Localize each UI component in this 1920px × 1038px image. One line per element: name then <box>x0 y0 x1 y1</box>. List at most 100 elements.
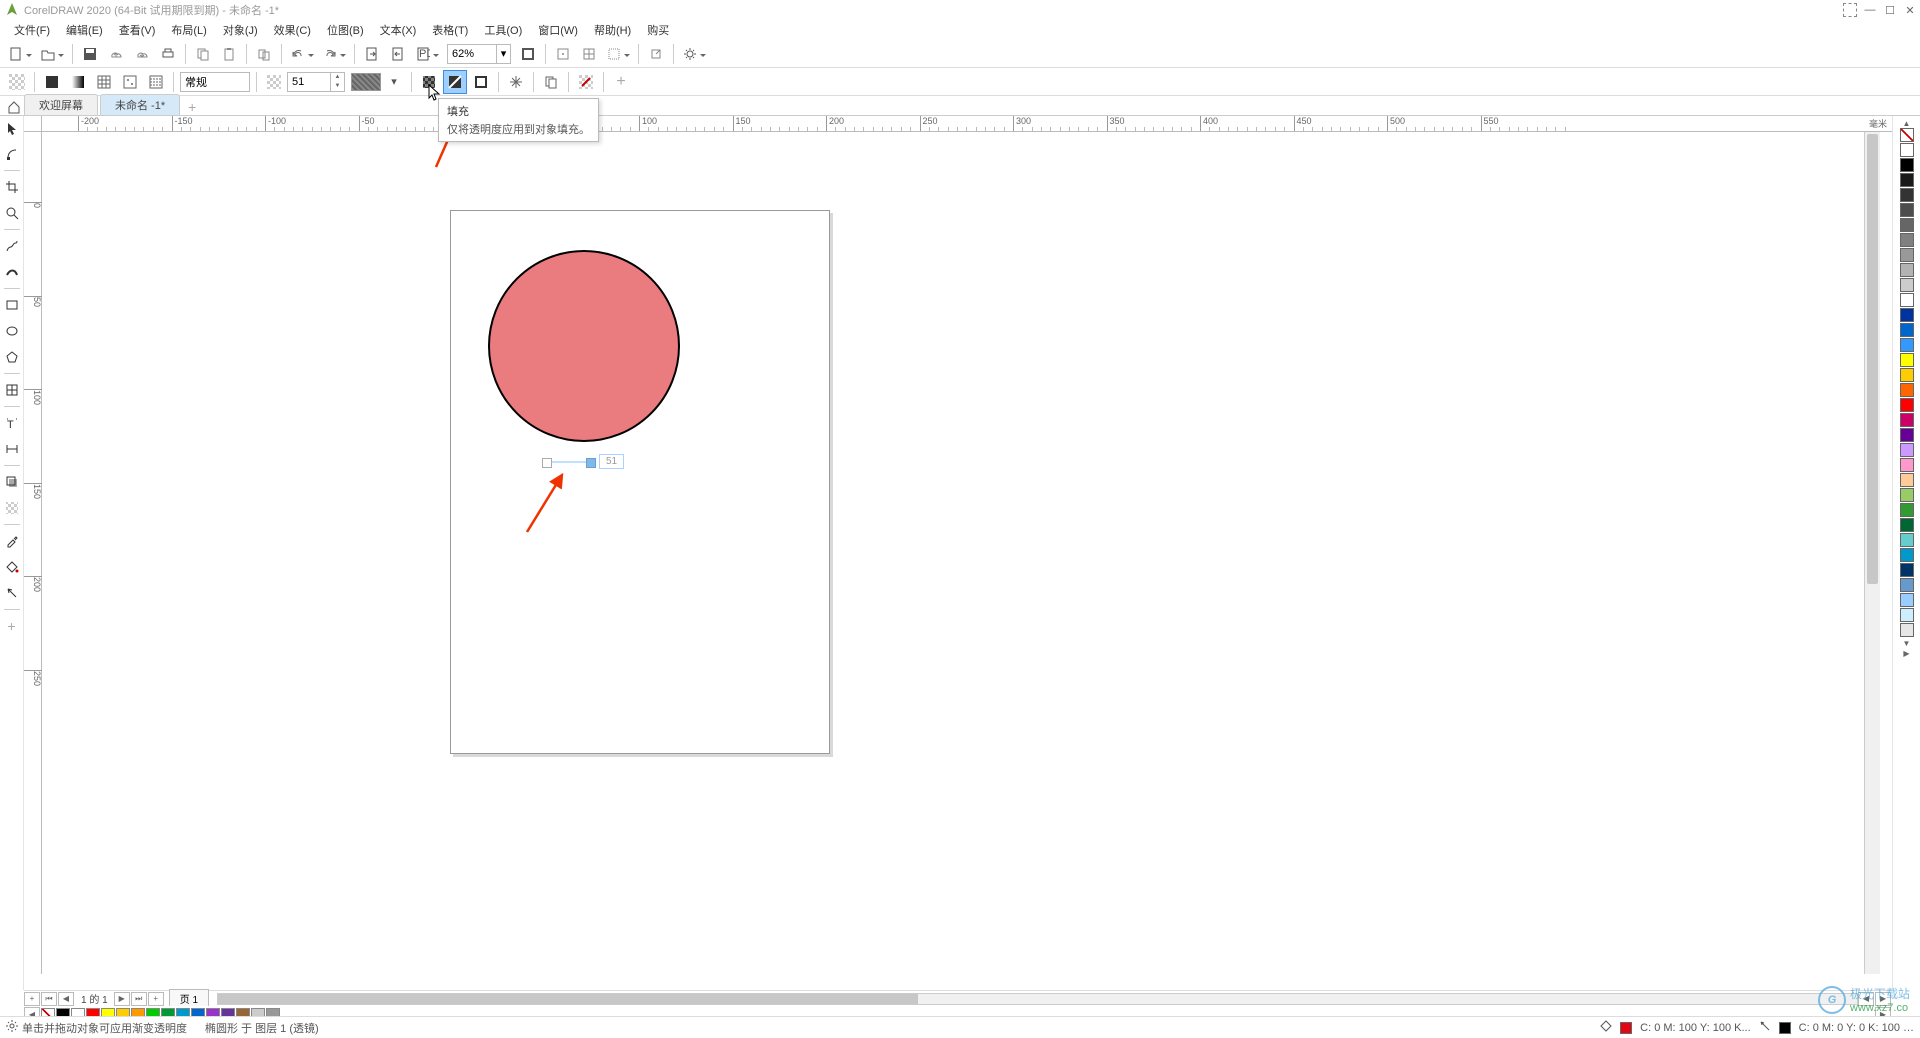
freeze-button[interactable] <box>504 70 528 94</box>
zoom-input[interactable] <box>447 44 497 64</box>
menu-f[interactable]: 文件(F) <box>6 20 58 40</box>
outline-tool[interactable] <box>2 583 22 603</box>
outline-color-swatch[interactable] <box>1779 1022 1791 1034</box>
palette-swatch[interactable] <box>1900 278 1914 292</box>
palette-swatch[interactable] <box>1900 578 1914 592</box>
palette-swatch[interactable] <box>1900 563 1914 577</box>
page-first-icon[interactable]: ⏮ <box>41 992 57 1006</box>
gear-icon[interactable] <box>6 1020 18 1035</box>
cloud-down-button[interactable] <box>130 42 154 66</box>
apply-outline-button[interactable] <box>469 70 493 94</box>
uniform-transparency-button[interactable] <box>40 70 64 94</box>
transparency-slider-widget[interactable]: 51 <box>545 454 624 469</box>
texture-transparency-button[interactable] <box>144 70 168 94</box>
redo-button[interactable] <box>319 42 349 66</box>
crop-tool[interactable] <box>2 177 22 197</box>
palette-swatch[interactable] <box>1900 158 1914 172</box>
palette-swatch[interactable] <box>1900 323 1914 337</box>
add-preset-button[interactable]: + <box>609 70 633 94</box>
palette-swatch[interactable] <box>1900 488 1914 502</box>
tab-document[interactable]: 未命名 -1* <box>100 94 180 115</box>
page-last-icon[interactable]: ⏭ <box>131 992 147 1006</box>
window-minimize-icon[interactable]: — <box>1860 1 1880 19</box>
page-prev-icon[interactable]: ◀ <box>58 992 74 1006</box>
clone-button[interactable] <box>252 42 276 66</box>
no-transparency-button[interactable] <box>5 70 29 94</box>
pick-tool[interactable] <box>2 118 22 138</box>
palette-swatch[interactable] <box>1900 218 1914 232</box>
window-close-icon[interactable]: ✕ <box>1900 1 1920 19</box>
palette-down-icon[interactable]: ▼ <box>1900 638 1914 648</box>
palette-swatch[interactable] <box>1900 293 1914 307</box>
freehand-tool[interactable] <box>2 236 22 256</box>
cloud-up-button[interactable] <box>104 42 128 66</box>
window-maximize-icon[interactable]: ☐ <box>1880 1 1900 19</box>
snap-button[interactable] <box>551 42 575 66</box>
zoom-level[interactable]: ▾ <box>447 44 511 64</box>
palette-swatch[interactable] <box>1900 458 1914 472</box>
tab-add[interactable]: + <box>182 99 202 115</box>
palette-swatch[interactable] <box>1900 398 1914 412</box>
add-tool[interactable]: + <box>2 616 22 636</box>
palette-swatch[interactable] <box>1900 623 1914 637</box>
palette-swatch[interactable] <box>1900 143 1914 157</box>
fullscreen-button[interactable] <box>516 42 540 66</box>
zoom-tool[interactable] <box>2 203 22 223</box>
palette-swatch[interactable] <box>1900 593 1914 607</box>
palette-swatch[interactable] <box>1900 188 1914 202</box>
bitmap-transparency-button[interactable] <box>118 70 142 94</box>
copy-button[interactable] <box>191 42 215 66</box>
page-add-icon[interactable]: + <box>24 992 40 1006</box>
window-restore-doc-icon[interactable] <box>1840 1 1860 19</box>
palette-swatch[interactable] <box>1900 443 1914 457</box>
open-button[interactable] <box>37 42 67 66</box>
save-button[interactable] <box>78 42 102 66</box>
menu-w[interactable]: 窗口(W) <box>530 20 586 40</box>
palette-swatch[interactable] <box>1900 533 1914 547</box>
new-button[interactable] <box>5 42 35 66</box>
menu-c[interactable]: 效果(C) <box>266 20 319 40</box>
copy-transparency-button[interactable] <box>539 70 563 94</box>
palette-swatch[interactable] <box>1900 353 1914 367</box>
dimension-tool[interactable] <box>2 439 22 459</box>
edit-transparency-button[interactable] <box>574 70 598 94</box>
menu-t[interactable]: 表格(T) <box>424 20 476 40</box>
palette-no-color[interactable] <box>1900 128 1914 142</box>
fill-tool[interactable] <box>2 557 22 577</box>
menu-[interactable]: 购买 <box>639 20 677 40</box>
menu-x[interactable]: 文本(X) <box>372 20 425 40</box>
transparency-more-icon[interactable]: ▾ <box>382 70 406 94</box>
palette-swatch[interactable] <box>1900 473 1914 487</box>
page-add2-icon[interactable]: + <box>148 992 164 1006</box>
export-button[interactable] <box>386 42 410 66</box>
eyedropper-tool[interactable] <box>2 531 22 551</box>
launch-button[interactable] <box>644 42 668 66</box>
vertical-ruler[interactable]: 050100150200250 <box>24 132 42 974</box>
pdf-button[interactable]: PDF <box>412 42 442 66</box>
palette-swatch[interactable] <box>1900 368 1914 382</box>
vertical-scrollbar[interactable] <box>1864 132 1880 974</box>
text-tool[interactable]: T <box>2 413 22 433</box>
shape-tool[interactable] <box>2 144 22 164</box>
paste-button[interactable] <box>217 42 241 66</box>
palette-swatch[interactable] <box>1900 263 1914 277</box>
palette-up-icon[interactable]: ▲ <box>1900 118 1914 128</box>
palette-swatch[interactable] <box>1900 203 1914 217</box>
menu-l[interactable]: 布局(L) <box>163 20 214 40</box>
palette-swatch[interactable] <box>1900 233 1914 247</box>
palette-swatch[interactable] <box>1900 503 1914 517</box>
ellipse-tool[interactable] <box>2 321 22 341</box>
palette-flyout-icon[interactable]: ▶ <box>1900 648 1914 658</box>
ruler-corner[interactable] <box>24 116 42 132</box>
palette-swatch[interactable] <box>1900 338 1914 352</box>
home-icon[interactable] <box>6 99 22 115</box>
graph-paper-tool[interactable] <box>2 380 22 400</box>
menu-e[interactable]: 编辑(E) <box>58 20 111 40</box>
page-next-icon[interactable]: ▶ <box>114 992 130 1006</box>
grid-button[interactable] <box>577 42 601 66</box>
tab-welcome[interactable]: 欢迎屏幕 <box>24 94 98 115</box>
transparency-slider-value[interactable]: 51 <box>599 454 624 469</box>
menu-o[interactable]: 工具(O) <box>476 20 530 40</box>
transparency-tool[interactable] <box>2 498 22 518</box>
palette-swatch[interactable] <box>1900 383 1914 397</box>
